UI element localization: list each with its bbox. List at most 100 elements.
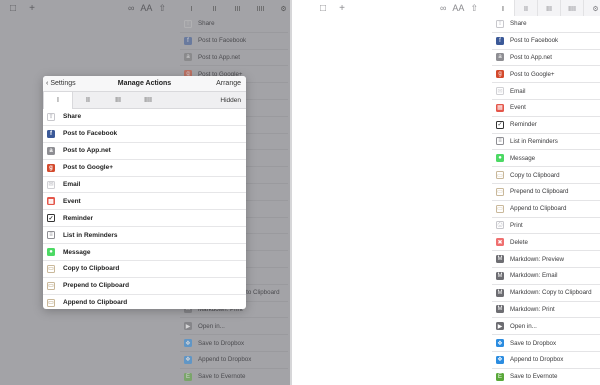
list-item-label: Delete bbox=[510, 238, 528, 246]
list-item[interactable]: ✓ Reminder bbox=[492, 117, 600, 134]
list-item-label: Reminder bbox=[63, 214, 93, 222]
list-item[interactable]: ▭ Prepend to Clipboard bbox=[492, 184, 600, 201]
list-item-label: Event bbox=[63, 197, 81, 205]
plus-icon[interactable]: + bbox=[336, 3, 348, 15]
list-item-label: Append to Clipboard bbox=[510, 205, 567, 213]
share-icon: ⇧ bbox=[496, 19, 504, 28]
list-item[interactable]: ✉ Email bbox=[43, 177, 246, 194]
list-item[interactable]: ❖ Save to Dropbox bbox=[180, 335, 288, 352]
dropbox-icon: ❖ bbox=[184, 355, 192, 364]
list-item-label: Message bbox=[510, 154, 536, 162]
checkmark-icon: ✓ bbox=[496, 120, 504, 129]
list-item-label: Event bbox=[510, 104, 526, 112]
list-item-label: Post to App.net bbox=[198, 53, 240, 61]
list-item[interactable]: ▭ Copy to Clipboard bbox=[492, 167, 600, 184]
appnet-icon: a bbox=[47, 146, 55, 155]
list-item[interactable]: ⇧ Share bbox=[492, 16, 600, 33]
list-item-label: Share bbox=[198, 20, 215, 28]
plus-icon[interactable]: + bbox=[26, 3, 38, 15]
font-size-button[interactable]: AA bbox=[452, 3, 464, 14]
list-item[interactable]: ✖ Delete bbox=[492, 234, 600, 252]
list-item[interactable]: f Post to Facebook bbox=[43, 126, 246, 143]
share-icon[interactable]: ⇧ bbox=[158, 3, 166, 14]
googleplus-icon: g bbox=[47, 163, 55, 172]
dropbox-icon: ❖ bbox=[496, 355, 504, 364]
list-item[interactable]: g Post to Google+ bbox=[492, 66, 600, 84]
list-item[interactable]: ● Message bbox=[43, 244, 246, 262]
googleplus-icon: g bbox=[496, 70, 504, 79]
list-item[interactable]: E Save to Evernote bbox=[180, 369, 288, 385]
list-item[interactable]: ❖ Append to Dropbox bbox=[492, 352, 600, 369]
modal-tab-4[interactable]: IIII bbox=[133, 92, 163, 109]
arrange-button[interactable]: Arrange bbox=[216, 80, 241, 87]
list-item[interactable]: ⇧ Share bbox=[43, 109, 246, 126]
list-item[interactable]: M Markdown: Copy to Clipboard bbox=[492, 285, 600, 302]
back-button[interactable]: ‹ Settings bbox=[46, 80, 76, 87]
list-item[interactable]: ▭ Copy to Clipboard bbox=[43, 261, 246, 278]
list-item[interactable]: ● Message bbox=[492, 150, 600, 168]
list-item-label: Save to Dropbox bbox=[198, 339, 245, 347]
list-item-label: Share bbox=[63, 113, 82, 121]
manage-actions-modal: ‹ Settings Manage Actions Arrange I II I… bbox=[43, 76, 246, 309]
list-item[interactable]: ❖ Append to Dropbox bbox=[180, 352, 288, 369]
list-item[interactable]: ❖ Save to Dropbox bbox=[492, 335, 600, 352]
list-item[interactable]: ✓ Reminder bbox=[43, 210, 246, 228]
list-item-label: Markdown: Email bbox=[510, 272, 558, 280]
list-item-label: Prepend to Clipboard bbox=[63, 282, 130, 290]
list-item[interactable]: a Post to App.net bbox=[492, 50, 600, 67]
right-toolbar-right: ∞ AA ⇧ bbox=[440, 3, 478, 14]
modal-tab-2[interactable]: II bbox=[73, 92, 103, 109]
list-item[interactable]: ⇧ Share bbox=[180, 16, 288, 33]
list-item-label: List in Reminders bbox=[63, 231, 118, 239]
list-item[interactable]: a Post to App.net bbox=[43, 143, 246, 160]
markdown-icon: M bbox=[496, 305, 504, 314]
modal-nav-bar: ‹ Settings Manage Actions Arrange bbox=[43, 76, 246, 92]
list-item-label: Prepend to Clipboard bbox=[510, 188, 569, 196]
modal-action-list: ⇧ Share f Post to Facebook a Post to App.net g… bbox=[43, 109, 246, 309]
list-item[interactable]: ≡ List in Reminders bbox=[492, 134, 600, 151]
list-item[interactable]: ≡ List in Reminders bbox=[43, 227, 246, 245]
delete-icon: ✖ bbox=[496, 238, 504, 247]
font-size-button[interactable]: AA bbox=[140, 3, 152, 14]
list-item[interactable]: M Markdown: Email bbox=[492, 268, 600, 285]
evernote-icon: E bbox=[496, 372, 504, 381]
list-item-label: Save to Evernote bbox=[510, 373, 558, 381]
list-item[interactable]: ▭ Append to Clipboard bbox=[492, 201, 600, 218]
modal-tab-3[interactable]: III bbox=[103, 92, 133, 109]
checkmark-icon: ✓ bbox=[47, 214, 55, 223]
list-item-label: Post to Facebook bbox=[63, 130, 118, 138]
list-item[interactable]: ▭ Prepend to Clipboard bbox=[43, 278, 246, 295]
dropbox-icon: ❖ bbox=[184, 339, 192, 348]
share-icon: ⇧ bbox=[184, 19, 192, 28]
share-icon[interactable]: ⇧ bbox=[470, 3, 478, 14]
list-item[interactable]: a Post to App.net bbox=[180, 50, 288, 67]
list-item[interactable]: ▦ Event bbox=[492, 100, 600, 117]
hidden-tab[interactable]: Hidden bbox=[220, 97, 241, 104]
right-toolbar: □ + bbox=[310, 0, 348, 18]
list-item[interactable]: E Save to Evernote bbox=[492, 369, 600, 385]
link-icon[interactable]: ∞ bbox=[440, 3, 446, 14]
list-item-label: Post to Google+ bbox=[510, 70, 555, 78]
list-item[interactable]: ✉ Email bbox=[492, 83, 600, 100]
list-item-label: Post to App.net bbox=[63, 147, 111, 155]
document-icon[interactable]: □ bbox=[7, 3, 19, 15]
link-icon[interactable]: ∞ bbox=[128, 3, 134, 14]
facebook-icon: f bbox=[496, 36, 504, 45]
list-item[interactable]: ▶ Open in... bbox=[180, 318, 288, 336]
list-item[interactable]: f Post to Facebook bbox=[180, 33, 288, 50]
message-icon: ● bbox=[496, 154, 504, 163]
list-item-label: Post to App.net bbox=[510, 53, 552, 61]
list-item[interactable]: ⎙ Print bbox=[492, 218, 600, 235]
list-item[interactable]: g Post to Google+ bbox=[43, 160, 246, 177]
list-item[interactable]: ▦ Event bbox=[43, 193, 246, 211]
list-item[interactable]: ▶ Open in... bbox=[492, 318, 600, 336]
left-toolbar: □ + bbox=[0, 0, 38, 18]
list-item[interactable]: M Markdown: Print bbox=[492, 302, 600, 319]
list-item[interactable]: ▭ Append to Clipboard bbox=[43, 295, 246, 309]
calendar-icon: ▦ bbox=[496, 103, 504, 112]
list-item[interactable]: M Markdown: Preview bbox=[492, 251, 600, 268]
modal-tab-1[interactable]: I bbox=[43, 91, 73, 109]
document-icon[interactable]: □ bbox=[317, 3, 329, 15]
list-item[interactable]: f Post to Facebook bbox=[492, 33, 600, 50]
clipboard-icon: ▭ bbox=[47, 264, 55, 273]
